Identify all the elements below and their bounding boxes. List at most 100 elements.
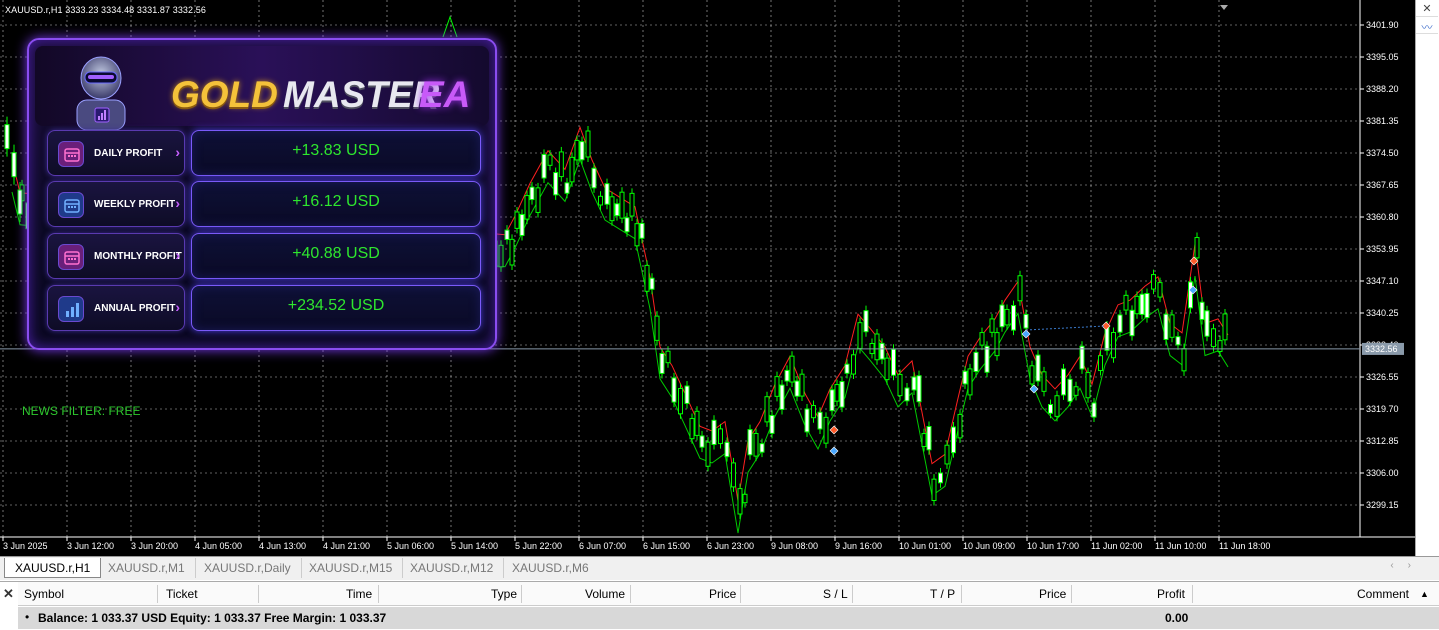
weekly-profit-label-box: WEEKLY PROFIT ›: [47, 181, 185, 227]
tab-xauusd-daily[interactable]: XAUUSD.r,Daily: [194, 558, 302, 578]
candle-body: [789, 355, 795, 383]
line-chart-icon[interactable]: 〰: [1416, 17, 1438, 34]
candle-body: [759, 443, 765, 453]
candle-body: [1017, 275, 1023, 302]
tab-xauusd-m1[interactable]: XAUUSD.r,M1: [98, 558, 196, 578]
candle-body: [938, 472, 943, 484]
title-master: MASTER: [283, 74, 440, 115]
close-icon[interactable]: ✕: [3, 586, 14, 602]
robot-icon: [76, 56, 126, 131]
candle-body: [684, 385, 690, 404]
candle-body: [579, 141, 585, 161]
candle-body: [764, 396, 770, 423]
candle-body: [1048, 404, 1053, 414]
col-comment[interactable]: Comment: [1357, 587, 1409, 601]
col-sl[interactable]: S / L: [823, 587, 848, 601]
price-label: 3367.65: [1366, 180, 1399, 190]
candle-body: [1129, 309, 1135, 337]
time-label: 4 Jun 13:00: [259, 541, 306, 551]
candle-body: [944, 444, 950, 465]
balance-row[interactable]: • Balance: 1 033.37 USD Equity: 1 033.37…: [18, 607, 1439, 629]
candle-body: [891, 348, 896, 376]
time-label: 3 Jun 20:00: [131, 541, 178, 551]
col-volume[interactable]: Volume: [585, 587, 625, 601]
monthly-profit-value-box: +40.88 USD: [191, 233, 481, 279]
tab-xauusd-m12[interactable]: XAUUSD.r,M12: [400, 558, 505, 578]
candle-body: [967, 368, 973, 396]
candle-body: [619, 191, 625, 219]
candle-body: [519, 213, 525, 236]
col-time[interactable]: Time: [346, 587, 372, 601]
candle-body: [514, 211, 520, 229]
annual-profit-label: ANNUAL PROFIT: [94, 303, 176, 314]
candle-body: [1061, 368, 1066, 396]
candle-body: [951, 426, 956, 454]
current-price-label: 3332.56: [1365, 344, 1398, 354]
candle-body: [1199, 301, 1205, 320]
candle-body: [999, 304, 1005, 328]
close-icon[interactable]: ✕: [1416, 0, 1438, 17]
col-profit[interactable]: Profit: [1157, 587, 1185, 601]
candle-body: [931, 478, 937, 502]
candle-body: [834, 384, 840, 402]
monthly-profit-label: MONTHLY PROFIT: [94, 251, 182, 262]
candle-body: [11, 152, 17, 178]
weekly-profit-label: WEEKLY PROFIT: [94, 199, 176, 210]
time-label: 4 Jun 05:00: [195, 541, 242, 551]
monthly-profit-label-box: MONTHLY PROFIT ›: [47, 233, 185, 279]
calendar-icon: [58, 141, 84, 167]
candle-body: [829, 389, 835, 412]
candle-body: [624, 217, 630, 233]
price-label: 3381.35: [1366, 116, 1399, 126]
candle-body: [524, 195, 530, 220]
candle-body: [547, 154, 553, 166]
candle-body: [769, 414, 775, 434]
col-symbol[interactable]: Symbol: [24, 587, 64, 601]
col-type[interactable]: Type: [491, 587, 517, 601]
weekly-profit-value-box: +16.12 USD: [191, 181, 481, 227]
candle-body: [839, 381, 845, 408]
candle-body: [1204, 310, 1210, 337]
candle-body: [731, 462, 736, 488]
candle-body: [1134, 295, 1140, 315]
tab-xauusd-m15[interactable]: XAUUSD.r,M15: [299, 558, 404, 578]
gold-master-ea-panel: GOLD MASTER EA DAILY PROFIT › +13.83 USD…: [27, 38, 497, 350]
candle-body: [654, 315, 660, 341]
candle-body: [1188, 281, 1193, 309]
tab-scroll-arrows[interactable]: ‹›: [1390, 560, 1425, 571]
candle-body: [857, 322, 863, 349]
candle-body: [784, 369, 790, 382]
candle-body: [1163, 313, 1169, 340]
candle-body: [1111, 331, 1116, 359]
tab-xauusd-m6[interactable]: XAUUSD.r,M6: [502, 558, 599, 578]
candle-body: [1194, 237, 1200, 259]
col-price-current[interactable]: Price: [1039, 587, 1066, 601]
candle-body: [689, 418, 695, 440]
metatrader-window: 3401.90 3395.05 3388.20 3381.35 3374.50 3367.…: [0, 0, 1439, 630]
candle-body: [1144, 292, 1150, 319]
candle-body: [1151, 274, 1156, 290]
candle-body: [609, 196, 615, 222]
candle-body: [1169, 314, 1175, 338]
col-tp[interactable]: T / P: [930, 587, 955, 601]
chevron-right-icon: ›: [175, 247, 180, 263]
price-label: 3347.10: [1366, 276, 1399, 286]
candle-body: [1054, 395, 1060, 417]
col-ticket[interactable]: Ticket: [166, 587, 198, 601]
candle-body: [678, 387, 683, 415]
candle-body: [1181, 348, 1187, 372]
price-chart[interactable]: 3401.90 3395.05 3388.20 3381.35 3374.50 3367.…: [0, 0, 1415, 556]
candle-body: [639, 222, 645, 239]
balance-summary: Balance: 1 033.37 USD Equity: 1 033.37 F…: [38, 611, 387, 625]
candle-body: [694, 410, 700, 436]
candle-body: [509, 238, 515, 266]
price-label: 3312.85: [1366, 436, 1399, 446]
candle-body: [1023, 313, 1029, 329]
tab-xauusd-h1[interactable]: XAUUSD.r,H1: [4, 558, 102, 578]
candle-body: [724, 441, 730, 458]
col-price[interactable]: Price: [709, 587, 736, 601]
bar-chart-icon: [58, 296, 84, 322]
candle-body: [711, 419, 717, 445]
candle-body: [984, 345, 990, 373]
candle-body: [1073, 386, 1079, 396]
